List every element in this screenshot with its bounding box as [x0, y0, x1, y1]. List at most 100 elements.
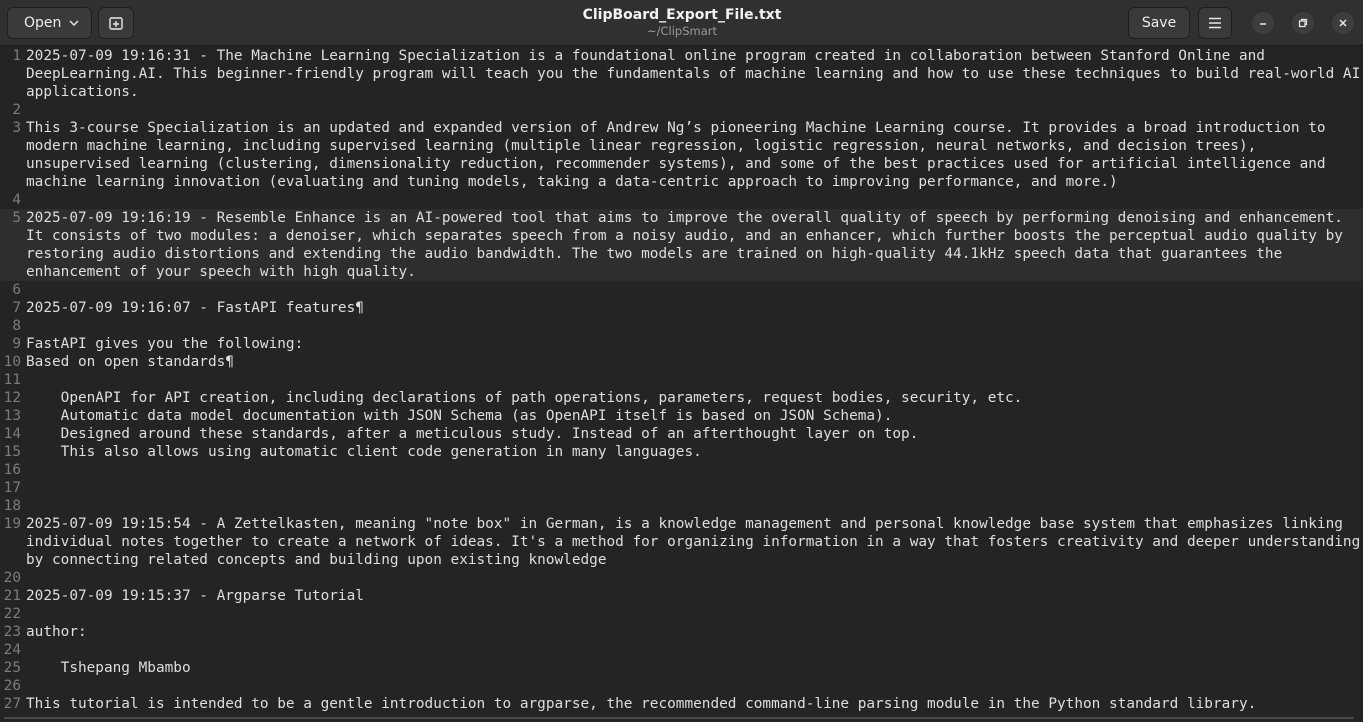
- editor-line[interactable]: 24 ​: [0, 641, 1363, 659]
- line-number: 19: [3, 516, 21, 532]
- editor-line[interactable]: 23 author:: [0, 623, 1363, 641]
- editor-line[interactable]: 14 Designed around these standards, afte…: [0, 425, 1363, 443]
- editor-line[interactable]: 27 This tutorial is intended to be a gent…: [0, 695, 1363, 713]
- editor-line[interactable]: 22 ​: [0, 605, 1363, 623]
- scrollbar-thumb[interactable]: [4, 717, 1354, 719]
- line-text[interactable]: ​: [26, 371, 1361, 389]
- editor-line[interactable]: 11 ​: [0, 371, 1363, 389]
- editor-line[interactable]: 5 2025-07-09 19:16:19 - Resemble Enhance …: [0, 209, 1363, 281]
- line-text[interactable]: Automatic data model documentation with …: [26, 407, 1361, 425]
- line-text[interactable]: This also allows using automatic client …: [26, 443, 1361, 461]
- line-number: 14: [3, 426, 21, 442]
- header-bar: Open ClipBoard_Export_File.txt ~/ClipSma…: [0, 0, 1363, 46]
- line-text[interactable]: 2025-07-09 19:16:07 - FastAPI features¶: [26, 299, 1361, 317]
- editor-line[interactable]: 10 Based on open standards¶: [0, 353, 1363, 371]
- line-text[interactable]: Designed around these standards, after a…: [26, 425, 1361, 443]
- editor-line[interactable]: 12 OpenAPI for API creation, including d…: [0, 389, 1363, 407]
- line-number: 26: [3, 678, 21, 694]
- open-label: Open: [24, 15, 62, 31]
- line-text[interactable]: ​: [26, 191, 1361, 209]
- minimize-button[interactable]: [1252, 12, 1274, 34]
- restore-icon: [1298, 18, 1308, 28]
- line-number: 1: [12, 48, 21, 64]
- line-text[interactable]: ​: [26, 569, 1361, 587]
- line-number: 13: [3, 408, 21, 424]
- line-number: 11: [3, 372, 21, 388]
- editor-line[interactable]: 18 ​: [0, 497, 1363, 515]
- editor-line[interactable]: 16 ​: [0, 461, 1363, 479]
- line-text[interactable]: author:: [26, 623, 1361, 641]
- line-number: 7: [12, 300, 21, 316]
- line-text[interactable]: 2025-07-09 19:15:54 - A Zettelkasten, me…: [26, 515, 1361, 569]
- horizontal-scrollbar[interactable]: [0, 714, 1363, 722]
- line-text[interactable]: ​: [26, 317, 1361, 335]
- editor-line[interactable]: 15 This also allows using automatic clie…: [0, 443, 1363, 461]
- line-text[interactable]: ​: [26, 677, 1361, 695]
- hamburger-menu-icon: [1209, 17, 1221, 29]
- save-button[interactable]: Save: [1128, 7, 1190, 39]
- line-number: 18: [3, 498, 21, 514]
- line-text[interactable]: ​: [26, 479, 1361, 497]
- editor-line[interactable]: 6​: [0, 281, 1363, 299]
- close-button[interactable]: [1332, 12, 1354, 34]
- editor-line[interactable]: 21 2025-07-09 19:15:37 - Argparse Tutoria…: [0, 587, 1363, 605]
- line-text[interactable]: OpenAPI for API creation, including decl…: [26, 389, 1361, 407]
- new-tab-icon: [109, 17, 123, 30]
- line-text[interactable]: Tshepang Mbambo: [26, 659, 1361, 677]
- window-title-area: ClipBoard_Export_File.txt ~/ClipSmart: [432, 6, 932, 38]
- line-number: 23: [3, 624, 21, 640]
- line-text[interactable]: Based on open standards¶: [26, 353, 1361, 371]
- editor-line[interactable]: 20 ​: [0, 569, 1363, 587]
- editor-line[interactable]: 8​: [0, 317, 1363, 335]
- line-text[interactable]: This 3-course Specialization is an updat…: [26, 119, 1361, 191]
- editor-line[interactable]: 17 ​: [0, 479, 1363, 497]
- editor-line[interactable]: 26 ​: [0, 677, 1363, 695]
- new-tab-button[interactable]: [98, 7, 134, 39]
- line-number: 9: [12, 336, 21, 352]
- close-icon: [1339, 19, 1347, 27]
- line-number: 22: [3, 606, 21, 622]
- line-text[interactable]: FastAPI gives you the following:: [26, 335, 1361, 353]
- line-number: 2: [12, 102, 21, 118]
- menu-button[interactable]: [1198, 7, 1232, 39]
- editor-line[interactable]: 1 2025-07-09 19:16:31 - The Machine Learn…: [0, 47, 1363, 101]
- line-text[interactable]: This tutorial is intended to be a gentle…: [26, 695, 1361, 713]
- line-number: 15: [3, 444, 21, 460]
- document-title: ClipBoard_Export_File.txt: [582, 7, 782, 23]
- line-number: 20: [3, 570, 21, 586]
- editor-line[interactable]: 2​: [0, 101, 1363, 119]
- line-number: 12: [3, 390, 21, 406]
- line-text[interactable]: ​: [26, 497, 1361, 515]
- line-number: 21: [3, 588, 21, 604]
- editor-line[interactable]: 25 Tshepang Mbambo: [0, 659, 1363, 677]
- editor-line[interactable]: 19 2025-07-09 19:15:54 - A Zettelkasten, …: [0, 515, 1363, 569]
- line-number: 6: [12, 282, 21, 298]
- line-number: 3: [12, 120, 21, 136]
- chevron-down-icon: [69, 20, 79, 27]
- line-text[interactable]: ​: [26, 461, 1361, 479]
- line-number: 25: [3, 660, 21, 676]
- editor-line[interactable]: 7 2025-07-09 19:16:07 - FastAPI features¶: [0, 299, 1363, 317]
- editor-line[interactable]: 4​: [0, 191, 1363, 209]
- document-path: ~/ClipSmart: [646, 24, 718, 38]
- maximize-button[interactable]: [1292, 12, 1314, 34]
- text-editor[interactable]: 1 2025-07-09 19:16:31 - The Machine Learn…: [0, 47, 1363, 722]
- line-text[interactable]: ​: [26, 101, 1361, 119]
- line-text[interactable]: ​: [26, 281, 1361, 299]
- editor-line[interactable]: 9 FastAPI gives you the following:: [0, 335, 1363, 353]
- line-text[interactable]: 2025-07-09 19:16:31 - The Machine Learni…: [26, 47, 1361, 101]
- minimize-icon: [1260, 23, 1266, 25]
- line-text[interactable]: ​: [26, 641, 1361, 659]
- editor-line[interactable]: 13 Automatic data model documentation wi…: [0, 407, 1363, 425]
- editor-line[interactable]: 3 This 3-course Specialization is an upda…: [0, 119, 1363, 191]
- line-number: 24: [3, 642, 21, 658]
- line-text[interactable]: 2025-07-09 19:16:19 - Resemble Enhance i…: [26, 209, 1361, 281]
- line-number: 5: [12, 210, 21, 226]
- line-number: 16: [3, 462, 21, 478]
- line-number: 10: [3, 354, 21, 370]
- line-text[interactable]: ​: [26, 605, 1361, 623]
- line-number: 4: [12, 192, 21, 208]
- line-text[interactable]: 2025-07-09 19:15:37 - Argparse Tutorial: [26, 587, 1361, 605]
- open-button[interactable]: Open: [7, 7, 92, 39]
- line-number: 17: [3, 480, 21, 496]
